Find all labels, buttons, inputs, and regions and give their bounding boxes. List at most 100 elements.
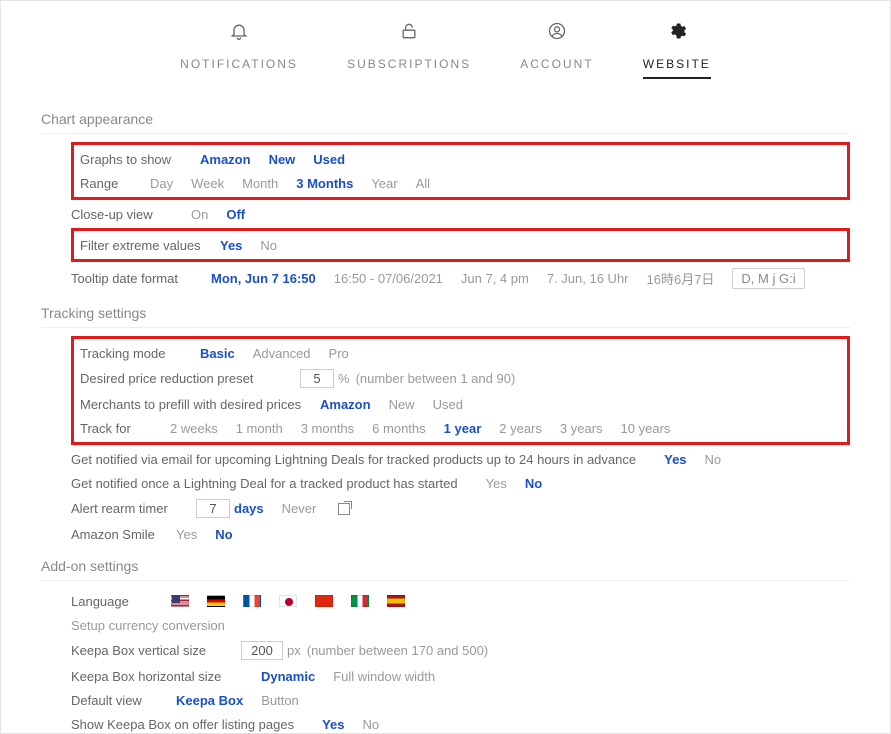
opt-range-month[interactable]: Month xyxy=(242,176,278,191)
opt-tf-2w[interactable]: 2 weeks xyxy=(170,421,218,436)
external-link-icon[interactable] xyxy=(338,503,350,515)
row-show-offer: Show Keepa Box on offer listing pages Ye… xyxy=(71,712,850,734)
opt-offer-no[interactable]: No xyxy=(363,717,380,732)
opt-range-year[interactable]: Year xyxy=(371,176,397,191)
opt-notify-st-no[interactable]: No xyxy=(525,476,542,491)
opt-mode-pro[interactable]: Pro xyxy=(329,346,349,361)
tab-website[interactable]: WEBSITE xyxy=(643,21,711,79)
opt-notify-st-yes[interactable]: Yes xyxy=(486,476,507,491)
opt-range-all[interactable]: All xyxy=(416,176,430,191)
tab-label: ACCOUNT xyxy=(520,57,593,71)
label-tracking-mode: Tracking mode xyxy=(80,346,200,361)
opt-hsize-full[interactable]: Full window width xyxy=(333,669,435,684)
opt-dv-button[interactable]: Button xyxy=(261,693,299,708)
row-notify-upcoming: Get notified via email for upcoming Ligh… xyxy=(71,447,850,471)
flag-it-icon[interactable] xyxy=(351,595,369,607)
opt-range-week[interactable]: Week xyxy=(191,176,224,191)
opt-hsize-dynamic[interactable]: Dynamic xyxy=(261,669,315,684)
opt-closeup-off[interactable]: Off xyxy=(226,207,245,222)
label-default-view: Default view xyxy=(71,693,176,708)
label-notify-upcoming: Get notified via email for upcoming Ligh… xyxy=(71,452,636,467)
opt-dv-keepabox[interactable]: Keepa Box xyxy=(176,693,243,708)
flag-de-icon[interactable] xyxy=(207,595,225,607)
flag-jp-icon[interactable] xyxy=(279,595,297,607)
tab-notifications[interactable]: NOTIFICATIONS xyxy=(180,21,298,79)
flag-es-icon[interactable] xyxy=(387,595,405,607)
label-notify-started: Get notified once a Lightning Deal for a… xyxy=(71,476,458,491)
row-filter-extreme: Filter extreme values Yes No xyxy=(80,233,841,257)
addon-rows: Language Setup currency conversion Keepa… xyxy=(71,589,850,734)
label-closeup: Close-up view xyxy=(71,207,191,222)
unit-dpr: % xyxy=(338,371,350,386)
label-graphs: Graphs to show xyxy=(80,152,200,167)
opt-notify-up-no[interactable]: No xyxy=(705,452,722,467)
opt-tf-3y[interactable]: 3 years xyxy=(560,421,603,436)
opt-tf-2y[interactable]: 2 years xyxy=(499,421,542,436)
opt-smile-yes[interactable]: Yes xyxy=(176,527,197,542)
opt-notify-up-yes[interactable]: Yes xyxy=(664,452,686,467)
tracking-rows: Tracking mode Basic Advanced Pro Desired… xyxy=(71,336,850,546)
flag-cn-icon[interactable] xyxy=(315,595,333,607)
opt-filter-no[interactable]: No xyxy=(260,238,277,253)
row-default-view: Default view Keepa Box Button xyxy=(71,688,850,712)
unit-rearm[interactable]: days xyxy=(234,501,264,516)
opt-merch-new[interactable]: New xyxy=(389,397,415,412)
opt-range-day[interactable]: Day xyxy=(150,176,173,191)
section-chart-appearance: Chart appearance xyxy=(41,111,850,127)
divider xyxy=(41,327,850,328)
input-rearm[interactable] xyxy=(196,499,230,518)
settings-page: NOTIFICATIONS SUBSCRIPTIONS ACCOUNT WEBS… xyxy=(0,0,891,734)
opt-tf-1m[interactable]: 1 month xyxy=(236,421,283,436)
input-vsize[interactable] xyxy=(241,641,283,660)
label-language: Language xyxy=(71,594,171,609)
label-dpr: Desired price reduction preset xyxy=(80,371,300,386)
opt-graphs-new[interactable]: New xyxy=(269,152,296,167)
row-tooltip-format: Tooltip date format Mon, Jun 7 16:50 16:… xyxy=(71,264,850,293)
row-graphs-to-show: Graphs to show Amazon New Used xyxy=(80,147,841,171)
opt-offer-yes[interactable]: Yes xyxy=(322,717,344,732)
tabs-bar: NOTIFICATIONS SUBSCRIPTIONS ACCOUNT WEBS… xyxy=(41,1,850,99)
row-merchants: Merchants to prefill with desired prices… xyxy=(80,392,841,416)
opt-mode-advanced[interactable]: Advanced xyxy=(253,346,311,361)
opt-closeup-on[interactable]: On xyxy=(191,207,208,222)
tab-subscriptions[interactable]: SUBSCRIPTIONS xyxy=(347,21,471,79)
label-rearm: Alert rearm timer xyxy=(71,501,196,516)
opt-graphs-used[interactable]: Used xyxy=(313,152,345,167)
opt-tt-4[interactable]: 7. Jun, 16 Uhr xyxy=(547,271,629,286)
opt-tt-3[interactable]: Jun 7, 4 pm xyxy=(461,271,529,286)
opt-tf-6m[interactable]: 6 months xyxy=(372,421,425,436)
label-vsize: Keepa Box vertical size xyxy=(71,643,241,658)
label-filter: Filter extreme values xyxy=(80,238,220,253)
opt-tf-10y[interactable]: 10 years xyxy=(621,421,671,436)
opt-merch-used[interactable]: Used xyxy=(433,397,463,412)
row-vsize: Keepa Box vertical size px (number betwe… xyxy=(71,637,850,664)
row-tracking-mode: Tracking mode Basic Advanced Pro xyxy=(80,341,841,365)
opt-graphs-amazon[interactable]: Amazon xyxy=(200,152,251,167)
flag-fr-icon[interactable] xyxy=(243,595,261,607)
tab-label: SUBSCRIPTIONS xyxy=(347,57,471,71)
flag-us-icon[interactable] xyxy=(171,595,189,607)
opt-range-3months[interactable]: 3 Months xyxy=(296,176,353,191)
row-rearm: Alert rearm timer days Never xyxy=(71,495,850,522)
user-icon xyxy=(547,21,567,47)
row-currency[interactable]: Setup currency conversion xyxy=(71,613,850,637)
label-currency[interactable]: Setup currency conversion xyxy=(71,618,251,633)
opt-tf-1y[interactable]: 1 year xyxy=(444,421,482,436)
opt-mode-basic[interactable]: Basic xyxy=(200,346,235,361)
opt-tt-2[interactable]: 16:50 - 07/06/2021 xyxy=(334,271,443,286)
label-smile: Amazon Smile xyxy=(71,527,176,542)
opt-tt-5[interactable]: 16時6月7日 xyxy=(647,269,715,288)
hint-vsize: (number between 170 and 500) xyxy=(307,643,488,658)
opt-smile-no[interactable]: No xyxy=(215,527,232,542)
hint-dpr: (number between 1 and 90) xyxy=(356,371,516,386)
opt-tf-3m[interactable]: 3 months xyxy=(301,421,354,436)
tab-account[interactable]: ACCOUNT xyxy=(520,21,593,79)
opt-rearm-never[interactable]: Never xyxy=(282,501,317,516)
opt-merch-amazon[interactable]: Amazon xyxy=(320,397,371,412)
opt-tt-custom[interactable]: D, M j G:i xyxy=(732,268,804,289)
opt-filter-yes[interactable]: Yes xyxy=(220,238,242,253)
highlight-box-graphs-range: Graphs to show Amazon New Used Range Day… xyxy=(71,142,850,200)
input-dpr[interactable] xyxy=(300,369,334,388)
opt-tt-1[interactable]: Mon, Jun 7 16:50 xyxy=(211,271,316,286)
divider xyxy=(41,580,850,581)
